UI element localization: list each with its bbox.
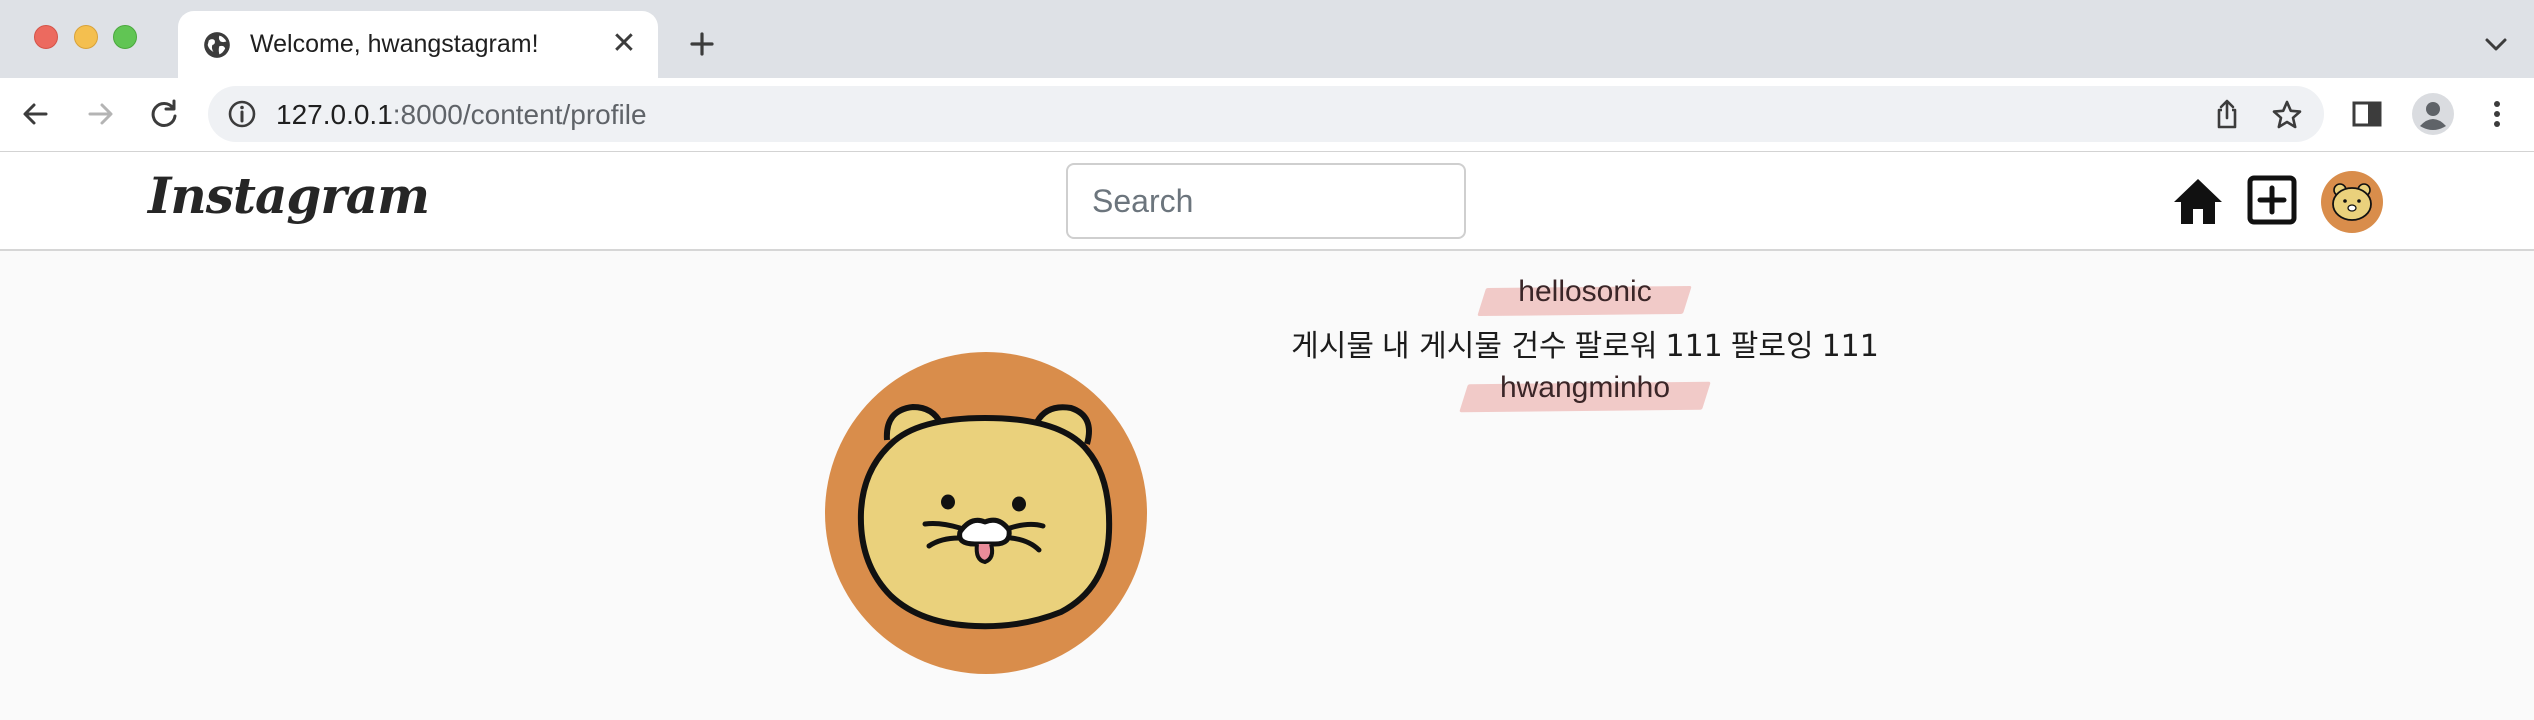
window-minimize-button[interactable] bbox=[74, 25, 98, 49]
profile-username-top: hellosonic bbox=[1482, 275, 1687, 309]
url-host: 127.0.0.1 bbox=[276, 99, 393, 130]
posts-label: 게시물 bbox=[1291, 329, 1374, 364]
chevron-down-icon[interactable] bbox=[2478, 28, 2514, 60]
following-count[interactable]: 111 bbox=[1822, 329, 1879, 364]
followers-count[interactable]: 111 bbox=[1665, 329, 1722, 364]
address-bar[interactable]: 127.0.0.1:8000/content/profile bbox=[208, 86, 2324, 142]
globe-icon bbox=[204, 32, 230, 58]
followers-label[interactable]: 팔로워 bbox=[1575, 329, 1658, 364]
profile-username-bottom: hwangminho bbox=[1464, 371, 1706, 405]
reload-icon[interactable] bbox=[144, 94, 184, 134]
browser-toolbar: 127.0.0.1:8000/content/profile bbox=[0, 78, 2534, 152]
forward-arrow-icon[interactable] bbox=[80, 94, 120, 134]
window-maximize-button[interactable] bbox=[113, 25, 137, 49]
site-info-icon[interactable] bbox=[226, 98, 258, 130]
left-eye bbox=[941, 494, 955, 510]
nav-avatar[interactable] bbox=[2321, 171, 2383, 233]
back-arrow-icon[interactable] bbox=[16, 94, 56, 134]
url-path: :8000/content/profile bbox=[392, 99, 647, 130]
share-icon[interactable] bbox=[2210, 98, 2244, 132]
profile-icon[interactable] bbox=[2411, 92, 2455, 136]
profile-stats: 게시물 내 게시물 건수 팔로워 111 팔로잉 111 bbox=[1120, 323, 2050, 371]
tab-close-button[interactable]: ✕ bbox=[608, 28, 640, 60]
profile-info: hellosonic 게시물 내 게시물 건수 팔로워 111 팔로잉 111 hwang… bbox=[1120, 275, 2050, 419]
side-panel-icon[interactable] bbox=[2347, 94, 2387, 134]
following-label[interactable]: 팔로잉 bbox=[1731, 329, 1814, 364]
search-input[interactable] bbox=[1066, 163, 1466, 239]
tab-title: Welcome, hwangstagram! bbox=[250, 30, 539, 58]
tongue bbox=[974, 543, 995, 565]
muzzle bbox=[957, 517, 1012, 547]
posts-count: 내 게시물 건수 bbox=[1381, 329, 1567, 364]
url-text: 127.0.0.1:8000/content/profile bbox=[276, 99, 647, 131]
instagram-navbar: Instagram bbox=[0, 152, 2534, 251]
browser-tab[interactable]: Welcome, hwangstagram! ✕ bbox=[178, 11, 658, 78]
instagram-logo[interactable]: Instagram bbox=[148, 166, 430, 225]
kebab-menu-icon[interactable] bbox=[2477, 94, 2517, 134]
bookmark-star-icon[interactable] bbox=[2270, 98, 2304, 132]
browser-tab-strip: Welcome, hwangstagram! ✕ bbox=[0, 0, 2534, 78]
new-tab-icon[interactable] bbox=[682, 24, 722, 64]
plus-square-icon[interactable] bbox=[2246, 174, 2298, 226]
home-icon[interactable] bbox=[2172, 176, 2224, 226]
window-close-button[interactable] bbox=[34, 25, 58, 49]
right-eye bbox=[1012, 496, 1026, 512]
profile-avatar bbox=[825, 352, 1147, 674]
